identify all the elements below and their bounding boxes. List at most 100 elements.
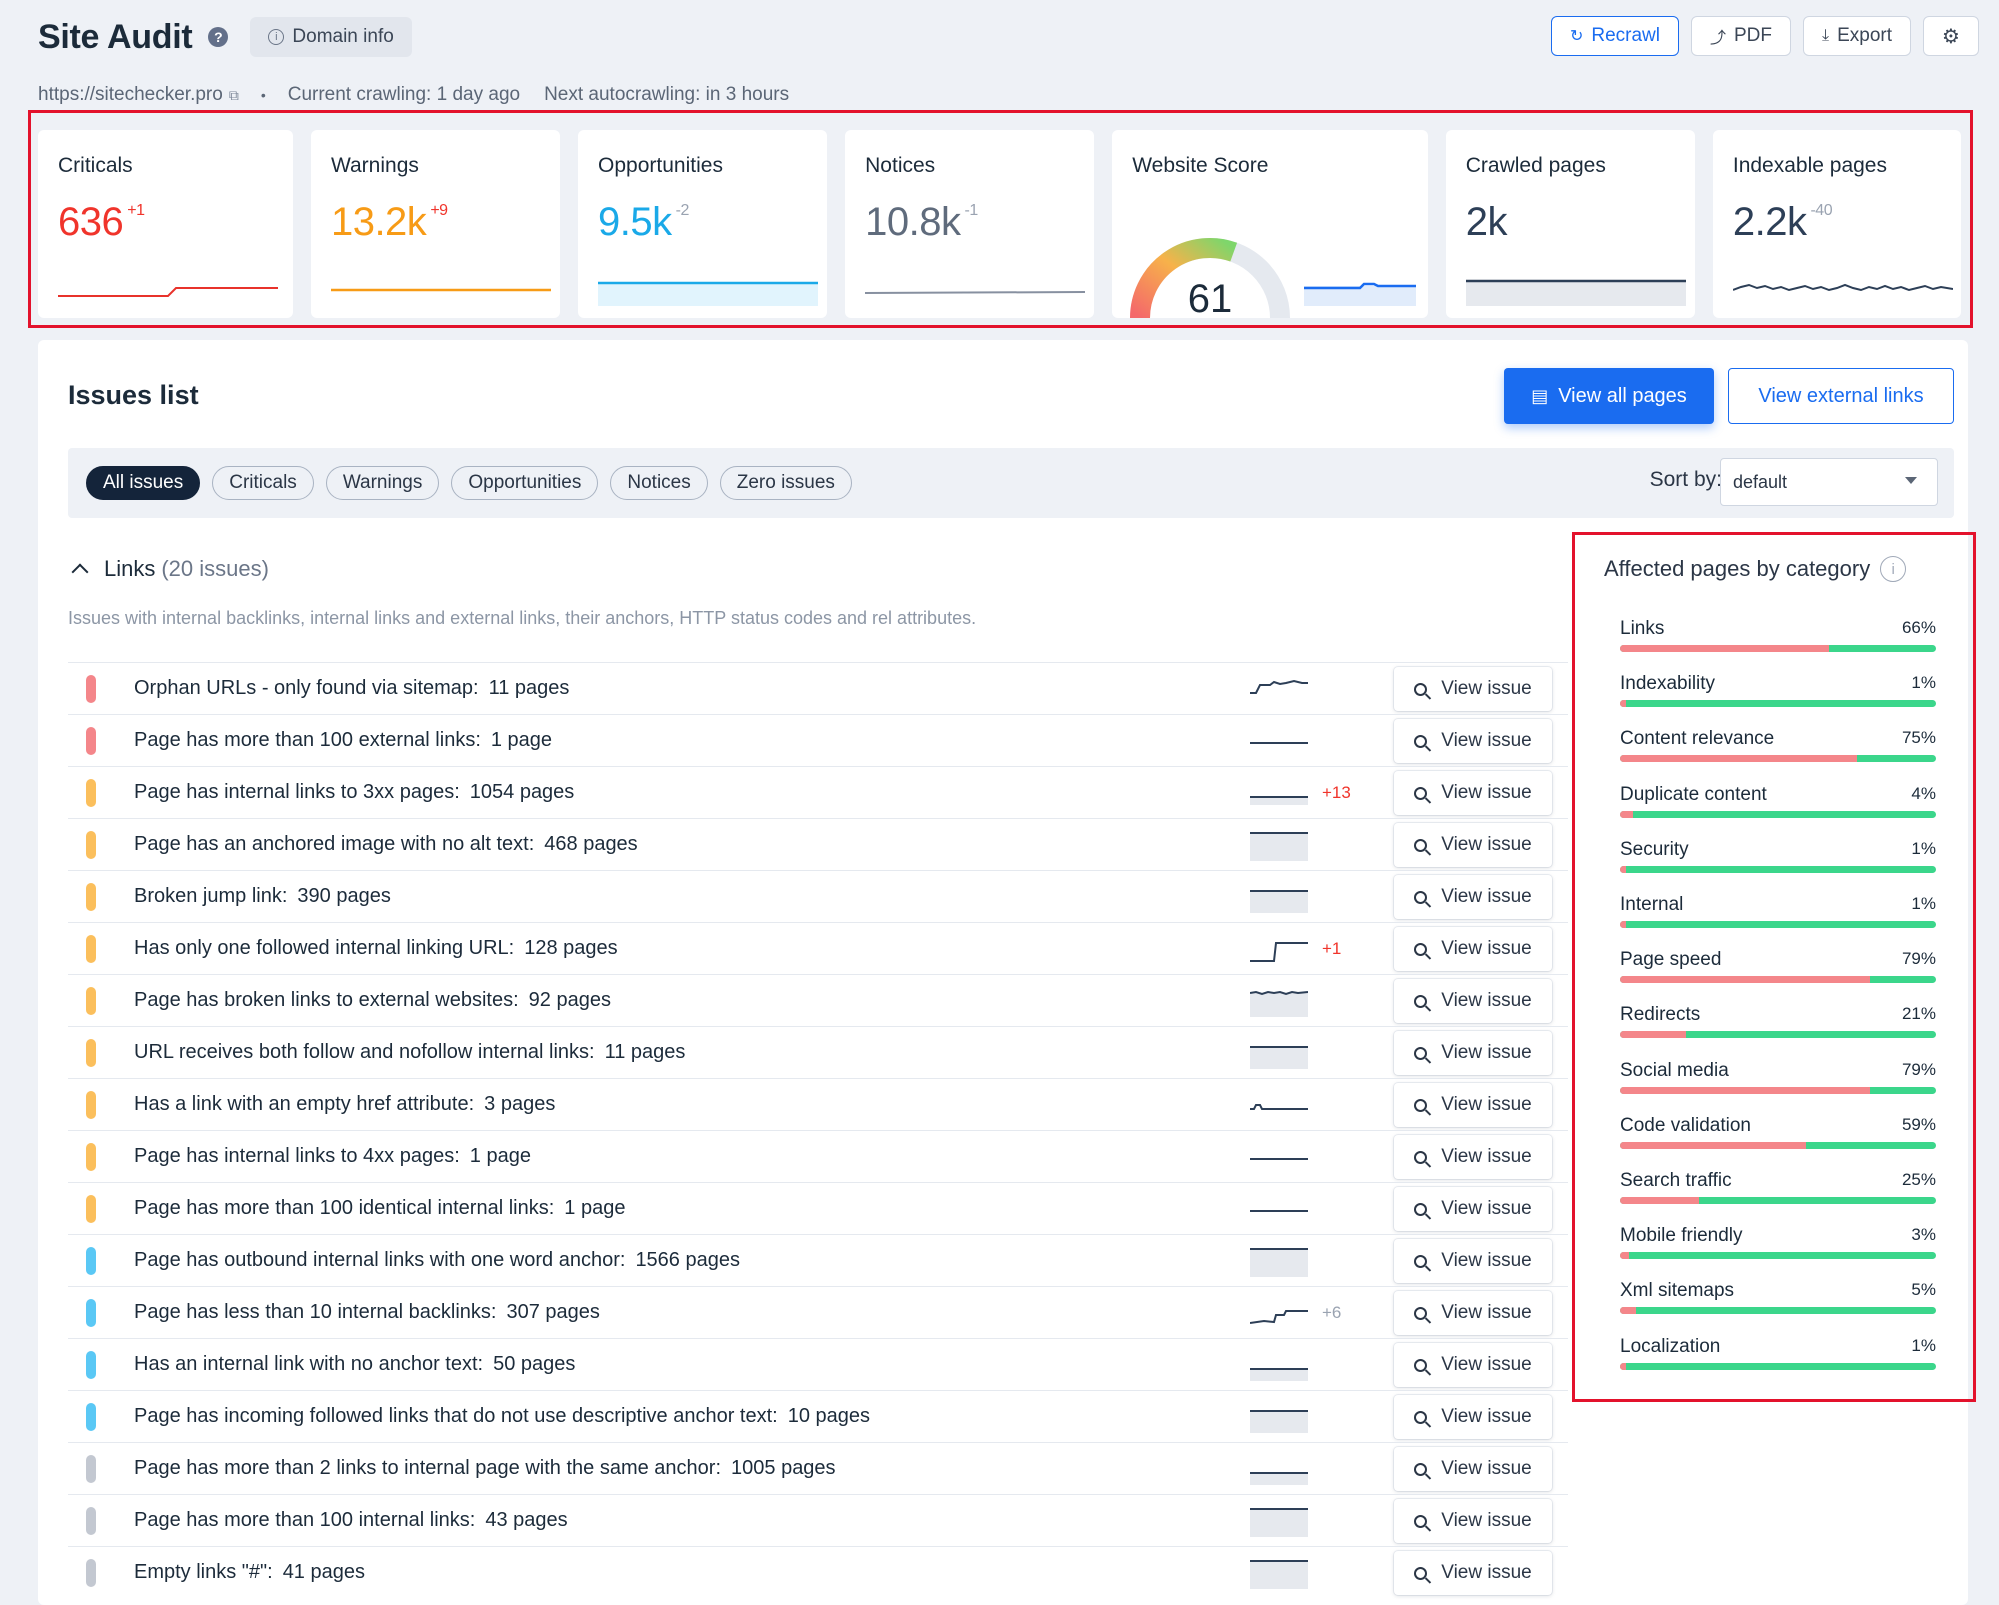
stat-card-notices[interactable]: Notices 10.8k -1: [845, 130, 1095, 318]
view-issue-button[interactable]: View issue: [1394, 1447, 1552, 1491]
issue-text[interactable]: Page has outbound internal links with on…: [134, 1249, 740, 1272]
issue-text[interactable]: Page has internal links to 3xx pages: 105…: [134, 781, 574, 804]
filter-zero-issues[interactable]: Zero issues: [719, 466, 852, 500]
view-issue-button[interactable]: View issue: [1394, 1187, 1552, 1231]
stat-card-opportunities[interactable]: Opportunities 9.5k -2: [578, 130, 828, 318]
view-issue-button[interactable]: View issue: [1394, 1135, 1552, 1179]
issue-text[interactable]: Page has more than 100 identical interna…: [134, 1197, 625, 1220]
filter-notices[interactable]: Notices: [610, 466, 708, 500]
group-toggle-links[interactable]: Links (20 issues): [71, 556, 269, 582]
table-row: Page has more than 2 links to internal p…: [68, 1442, 1568, 1494]
filter-criticals[interactable]: Criticals: [212, 466, 314, 500]
view-issue-button[interactable]: View issue: [1394, 823, 1552, 867]
view-issue-button[interactable]: View issue: [1394, 1083, 1552, 1127]
external-link-icon[interactable]: ⧉: [229, 87, 239, 104]
view-all-pages-button[interactable]: ▤ View all pages: [1504, 368, 1714, 424]
issue-title: Page has an anchored image with no alt t…: [134, 833, 535, 855]
issue-text[interactable]: Page has an anchored image with no alt t…: [134, 833, 638, 856]
search-icon: [1414, 1150, 1428, 1164]
view-issue-button[interactable]: View issue: [1394, 1343, 1552, 1387]
sort-select[interactable]: default: [1720, 458, 1938, 506]
category-item[interactable]: Search traffic 25%: [1620, 1170, 1936, 1225]
stat-delta: +9: [430, 202, 448, 219]
view-external-links-button[interactable]: View external links: [1728, 368, 1954, 424]
page-title: Site Audit: [38, 17, 193, 56]
category-item[interactable]: Security 1%: [1620, 839, 1936, 894]
category-item[interactable]: Social media 79%: [1620, 1060, 1936, 1115]
stat-card-crawled-pages[interactable]: Crawled pages 2k: [1445, 130, 1695, 318]
issue-pages: 307 pages: [506, 1301, 600, 1323]
category-item[interactable]: Duplicate content 4%: [1620, 784, 1936, 839]
domain-info-label: Domain info: [292, 26, 394, 47]
severity-indicator: [86, 1403, 96, 1431]
issue-trend-sparkline: [1250, 1248, 1308, 1277]
category-item[interactable]: Redirects 21%: [1620, 1004, 1936, 1059]
view-issue-button[interactable]: View issue: [1394, 1031, 1552, 1075]
issue-text[interactable]: Empty links "#": 41 pages: [134, 1561, 365, 1584]
recrawl-button[interactable]: ↻ Recrawl: [1550, 16, 1679, 56]
category-percent: 75%: [1901, 728, 1936, 748]
view-issue-button[interactable]: View issue: [1394, 1551, 1552, 1595]
issue-text[interactable]: Has a link with an empty href attribute:…: [134, 1093, 555, 1116]
view-issue-button[interactable]: View issue: [1394, 667, 1552, 711]
issue-text[interactable]: Page has internal links to 4xx pages: 1 p…: [134, 1145, 531, 1168]
category-item[interactable]: Page speed 79%: [1620, 949, 1936, 1004]
category-item[interactable]: Code validation 59%: [1620, 1115, 1936, 1170]
document-icon: ▤: [1531, 385, 1549, 406]
category-progress-bar: [1620, 810, 1936, 818]
category-item[interactable]: Links 66%: [1620, 618, 1936, 673]
view-issue-button[interactable]: View issue: [1394, 1239, 1552, 1283]
category-name: Code validation: [1620, 1114, 1751, 1136]
view-issue-button[interactable]: View issue: [1394, 1395, 1552, 1439]
stat-card-indexable-pages[interactable]: Indexable pages 2.2k -40: [1712, 130, 1961, 318]
help-icon[interactable]: ?: [208, 27, 229, 47]
stat-number: 636: [58, 200, 124, 244]
issue-text[interactable]: Page has more than 100 internal links: 43…: [134, 1509, 568, 1532]
issue-text[interactable]: Page has more than 100 external links: 1 …: [134, 729, 552, 752]
filter-warnings[interactable]: Warnings: [325, 466, 440, 500]
issue-change: +1: [1322, 938, 1342, 958]
issue-trend-sparkline: [1250, 679, 1308, 694]
category-item[interactable]: Internal 1%: [1620, 894, 1936, 949]
sort-label: Sort by:: [1649, 468, 1722, 491]
view-issue-button[interactable]: View issue: [1394, 1291, 1552, 1335]
issue-text[interactable]: Has only one followed internal linking U…: [134, 937, 618, 960]
category-item[interactable]: Xml sitemaps 5%: [1620, 1280, 1936, 1335]
issue-text[interactable]: Page has more than 2 links to internal p…: [134, 1457, 836, 1480]
issue-text[interactable]: Page has incoming followed links that do…: [134, 1405, 870, 1428]
category-item[interactable]: Localization 1%: [1620, 1336, 1936, 1391]
domain-info-button[interactable]: i Domain info: [250, 17, 412, 57]
settings-button[interactable]: ⚙: [1923, 16, 1979, 56]
stat-card-warnings[interactable]: Warnings 13.2k +9: [310, 130, 561, 318]
pdf-label: PDF: [1734, 25, 1772, 46]
issue-title: Empty links "#":: [134, 1561, 273, 1583]
issue-text[interactable]: Broken jump link: 390 pages: [134, 885, 391, 908]
filter-opportunities[interactable]: Opportunities: [451, 466, 599, 500]
stat-card-criticals[interactable]: Criticals 636 +1: [38, 130, 293, 318]
category-item[interactable]: Content relevance 75%: [1620, 728, 1936, 783]
category-percent: 79%: [1901, 949, 1936, 969]
view-issue-button[interactable]: View issue: [1394, 1499, 1552, 1543]
issue-text[interactable]: Page has less than 10 internal backlinks…: [134, 1301, 600, 1324]
score-gauge: 61: [1130, 238, 1291, 318]
view-issue-button[interactable]: View issue: [1394, 771, 1552, 815]
category-item[interactable]: Mobile friendly 3%: [1620, 1225, 1936, 1280]
pdf-button[interactable]: ⤴ PDF: [1690, 16, 1791, 56]
issue-text[interactable]: Orphan URLs - only found via sitemap: 11 …: [134, 677, 569, 700]
issue-text[interactable]: Has an internal link with no anchor text…: [134, 1353, 575, 1376]
group-name: Links: [104, 556, 156, 581]
issue-text[interactable]: URL receives both follow and nofollow in…: [134, 1041, 685, 1064]
filter-all-issues[interactable]: All issues: [86, 466, 201, 500]
view-issue-label: View issue: [1441, 1458, 1532, 1479]
category-progress-bar: [1620, 1141, 1936, 1149]
view-issue-button[interactable]: View issue: [1394, 927, 1552, 971]
view-issue-button[interactable]: View issue: [1394, 875, 1552, 919]
issue-text[interactable]: Page has broken links to external websit…: [134, 989, 611, 1012]
view-issue-button[interactable]: View issue: [1394, 979, 1552, 1023]
view-issue-button[interactable]: View issue: [1394, 719, 1552, 763]
stat-card-website-score[interactable]: Website Score 61: [1112, 130, 1428, 318]
site-url-link[interactable]: https://sitechecker.pro: [38, 84, 223, 106]
category-item[interactable]: Indexability 1%: [1620, 673, 1936, 728]
export-button[interactable]: ⤓ Export: [1803, 16, 1911, 56]
info-icon[interactable]: i: [1880, 556, 1907, 582]
